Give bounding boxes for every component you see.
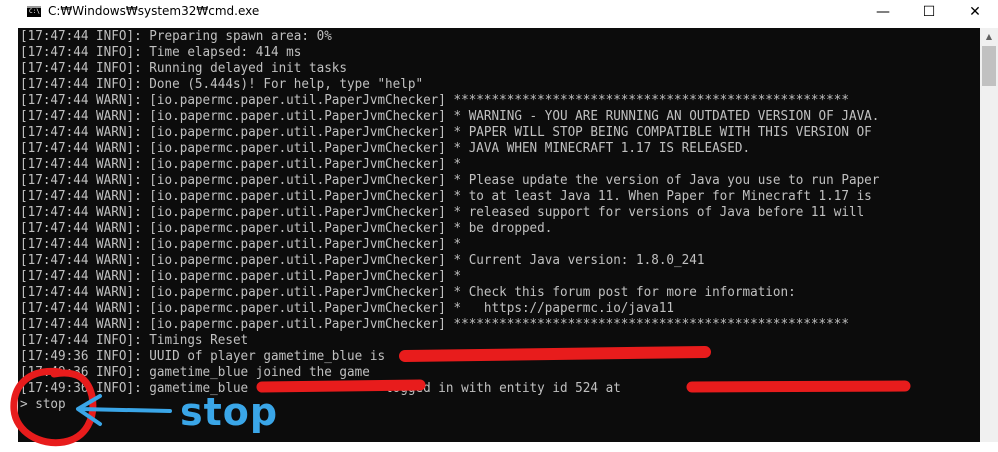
close-icon: ✕ <box>969 4 981 20</box>
console-line: [17:47:44 INFO]: Timings Reset <box>20 333 249 348</box>
vertical-scrollbar[interactable]: ▲ <box>980 28 998 442</box>
console-line: [17:47:44 INFO]: Done (5.444s)! For help… <box>20 77 424 92</box>
close-button[interactable]: ✕ <box>952 0 998 24</box>
console-line: [17:47:44 WARN]: [io.papermc.paper.util.… <box>20 141 751 156</box>
console-line: [17:47:44 WARN]: [io.papermc.paper.util.… <box>20 317 849 332</box>
console-line: [17:47:44 WARN]: [io.papermc.paper.util.… <box>20 109 880 124</box>
console-line: [17:47:44 WARN]: [io.papermc.paper.util.… <box>20 221 553 236</box>
console-line: [17:47:44 INFO]: Preparing spawn area: 0… <box>20 29 332 44</box>
window-title: C:₩Windows₩system32₩cmd.exe <box>48 4 260 18</box>
scroll-thumb[interactable] <box>982 46 996 86</box>
console-line: [17:47:44 INFO]: Running delayed init ta… <box>20 61 348 76</box>
console-line: [17:49:36 INFO]: gametime_blue logged in… <box>20 381 621 396</box>
maximize-icon: ☐ <box>922 4 936 20</box>
console-line: [17:47:44 WARN]: [io.papermc.paper.util.… <box>20 173 880 188</box>
minimize-button[interactable]: — <box>860 0 906 24</box>
console-line: [17:47:44 WARN]: [io.papermc.paper.util.… <box>20 189 872 204</box>
title-bar[interactable]: C:\ C:₩Windows₩system32₩cmd.exe — ☐ ✕ <box>0 0 998 24</box>
console-output[interactable]: [17:47:44 INFO]: Preparing spawn area: 0… <box>18 28 980 442</box>
console-lines: [17:47:44 INFO]: Preparing spawn area: 0… <box>20 29 925 413</box>
console-line: [17:47:44 WARN]: [io.papermc.paper.util.… <box>20 253 705 268</box>
console-line: [17:47:44 WARN]: [io.papermc.paper.util.… <box>20 301 675 316</box>
console-line: [17:49:36 INFO]: UUID of player gametime… <box>20 349 386 364</box>
console-line: [17:47:44 WARN]: [io.papermc.paper.util.… <box>20 237 462 252</box>
console-input-line: > stop <box>20 397 66 412</box>
console-line: [17:47:44 WARN]: [io.papermc.paper.util.… <box>20 205 865 220</box>
scroll-up-arrow-icon[interactable]: ▲ <box>980 28 998 44</box>
maximize-button[interactable]: ☐ <box>906 0 952 24</box>
console-line: [17:49:36 INFO]: gametime_blue joined th… <box>20 365 370 380</box>
console-line: [17:47:44 WARN]: [io.papermc.paper.util.… <box>20 269 462 284</box>
console-line: [17:47:44 WARN]: [io.papermc.paper.util.… <box>20 93 849 108</box>
cmd-app-icon[interactable]: C:\ <box>27 6 41 17</box>
console-line: [17:47:44 INFO]: Time elapsed: 414 ms <box>20 45 302 60</box>
console-line: [17:47:44 WARN]: [io.papermc.paper.util.… <box>20 125 872 140</box>
console-line: [17:47:44 WARN]: [io.papermc.paper.util.… <box>20 285 796 300</box>
minimize-icon: — <box>876 4 890 20</box>
annotation-stop-label: stop <box>180 390 279 434</box>
console-line: [17:47:44 WARN]: [io.papermc.paper.util.… <box>20 157 462 172</box>
cmd-icon-text: C:\ <box>29 8 40 15</box>
